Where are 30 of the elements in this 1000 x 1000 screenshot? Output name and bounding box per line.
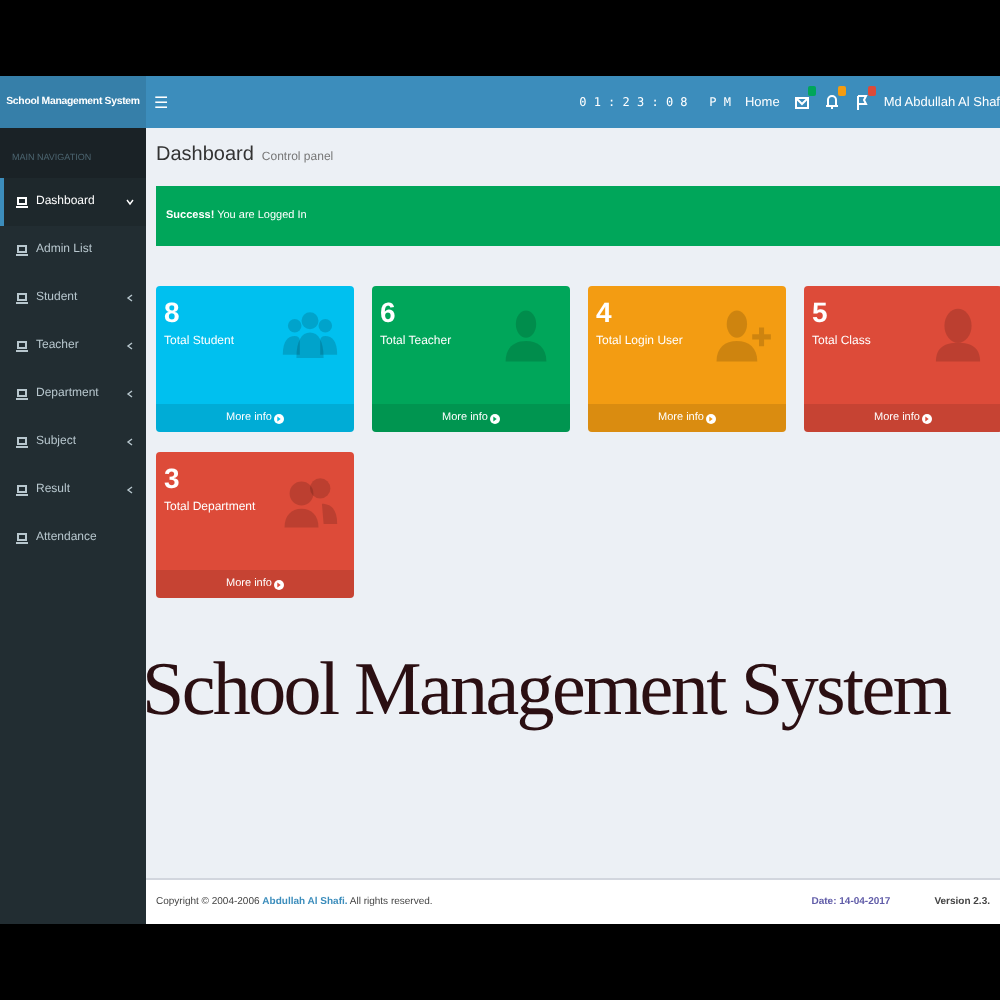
arrow-circle-icon [273, 579, 284, 589]
flag-icon[interactable] [853, 93, 870, 111]
chevron-left-icon [126, 342, 134, 350]
arrow-circle-icon [921, 413, 932, 423]
chevron-left-icon [126, 486, 134, 494]
stat-count: 4 [596, 296, 612, 328]
chevron-left-icon [126, 294, 134, 302]
stat-count: 8 [164, 296, 180, 328]
bell-icon[interactable] [823, 93, 840, 111]
arrow-circle-icon [273, 413, 284, 423]
monitor-icon [16, 292, 28, 304]
arrow-circle-icon [489, 413, 500, 423]
monitor-icon [16, 340, 28, 352]
monitor-icon [16, 196, 28, 208]
stat-count: 6 [380, 296, 396, 328]
chevron-down-icon [126, 198, 134, 206]
monitor-icon [16, 484, 28, 496]
chevron-left-icon [126, 438, 134, 446]
envelope-icon[interactable] [793, 93, 810, 111]
overlay-title: School Management System [146, 646, 950, 736]
monitor-icon [16, 244, 28, 256]
monitor-icon [16, 436, 28, 448]
monitor-icon [16, 532, 28, 544]
menu-toggle[interactable]: ☰ [154, 93, 168, 111]
arrow-circle-icon [705, 413, 716, 423]
chevron-left-icon [126, 390, 134, 398]
page-title: Dashboard [156, 144, 254, 166]
stat-count: 3 [164, 462, 180, 494]
monitor-icon [16, 388, 28, 400]
stat-count: 5 [812, 296, 828, 328]
